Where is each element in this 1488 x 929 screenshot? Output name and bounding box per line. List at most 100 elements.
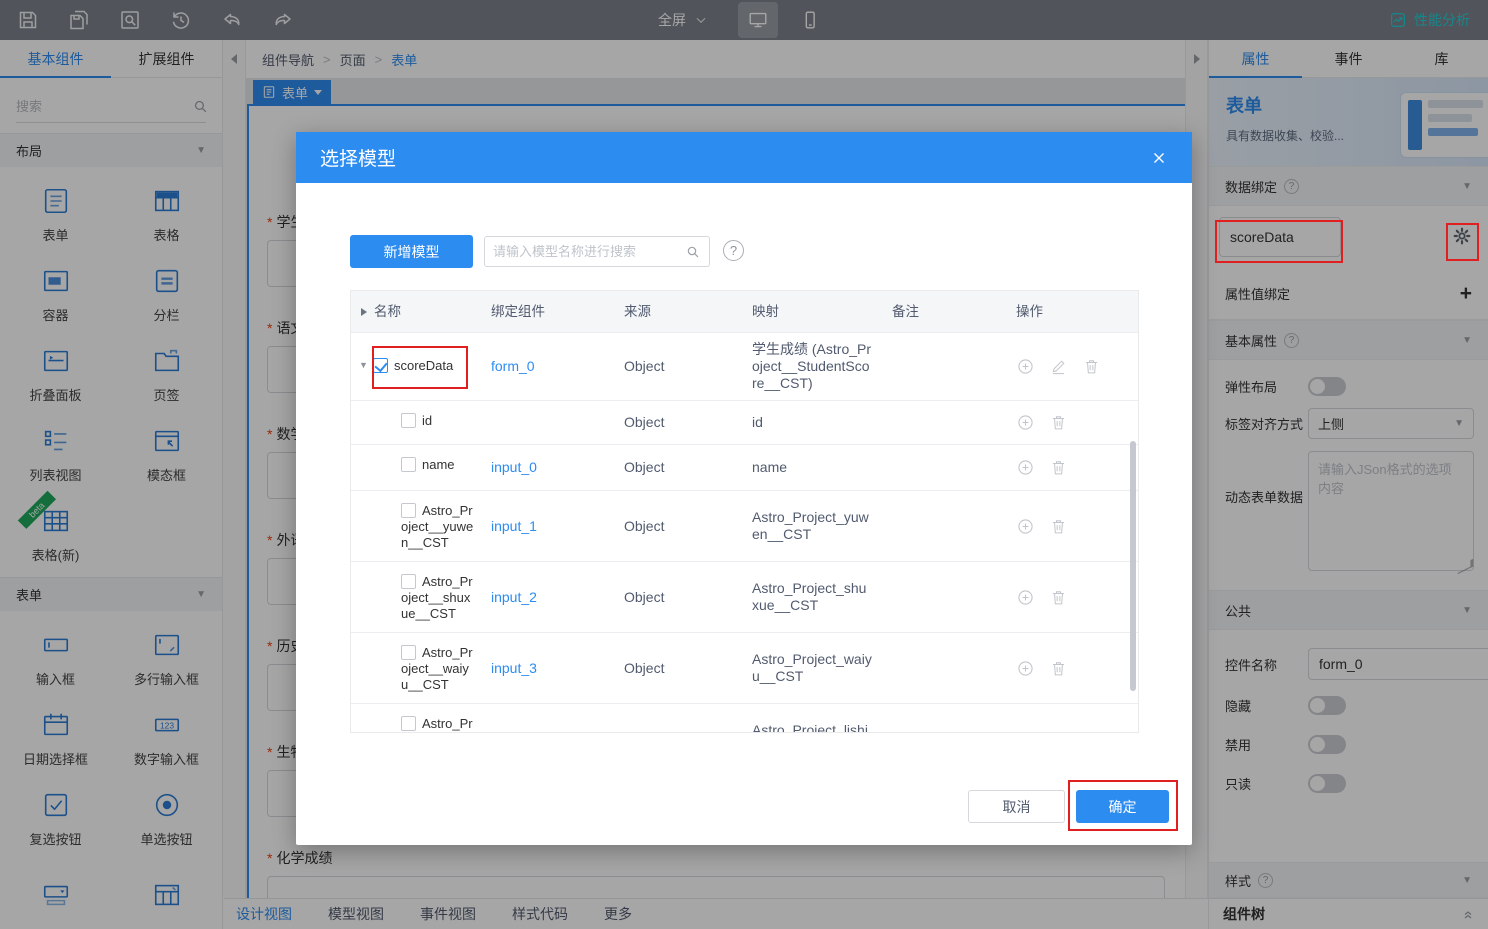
component-link[interactable]: input_0 <box>491 459 537 476</box>
source-cell: Object <box>624 414 665 430</box>
dialog-header: 选择模型 <box>296 132 1192 183</box>
plus-circle-icon[interactable] <box>1016 730 1035 732</box>
trash-icon[interactable] <box>1049 517 1068 536</box>
trash-icon[interactable] <box>1049 730 1068 733</box>
column-header-label: 绑定组件 <box>491 304 545 319</box>
plus-circle-icon[interactable] <box>1016 413 1035 432</box>
model-table-row: ▼ scoreData form_0 Object 学生成绩 (Astro_Projec… <box>351 333 1138 401</box>
bound-component-cell: input_0 <box>481 445 614 490</box>
column-header-绑定组件: 绑定组件 <box>481 291 614 332</box>
model-name-cell: name <box>351 445 481 490</box>
help-icon[interactable]: ? <box>723 240 744 261</box>
table-scrollbar[interactable] <box>1130 441 1136 691</box>
row-actions-cell <box>1006 445 1138 490</box>
model-name-cell: Astro_Project__shuxue__CST <box>351 562 481 632</box>
source-cell: Object <box>624 588 665 605</box>
column-header-来源: 来源 <box>614 291 742 332</box>
component-link[interactable]: input_2 <box>491 589 537 606</box>
column-header-备注: 备注 <box>882 291 1006 332</box>
confirm-button[interactable]: 确定 <box>1076 790 1169 823</box>
column-header-label: 名称 <box>374 304 401 319</box>
model-search-input[interactable] <box>493 244 685 259</box>
model-checkbox[interactable] <box>373 358 388 373</box>
model-checkbox[interactable] <box>401 413 416 428</box>
source-cell: Object <box>624 517 665 534</box>
add-model-button[interactable]: 新增模型 <box>350 235 473 268</box>
pencil-icon[interactable] <box>1049 357 1068 376</box>
mapping-cell: Astro_Project_lishi_ <box>752 722 868 733</box>
component-link[interactable]: input_4 <box>491 731 537 733</box>
model-name-cell: Astro_Project__lishi__CST <box>351 704 481 732</box>
model-name-cell: id <box>351 401 481 444</box>
model-table-row: Astro_Project__yuwen__CST input_1 Object As… <box>351 491 1138 562</box>
column-header-操作: 操作 <box>1006 291 1138 332</box>
model-name-text: scoreData <box>394 358 454 373</box>
model-name-text: id <box>422 413 433 428</box>
trash-icon[interactable] <box>1049 659 1068 678</box>
mapping-cell: Astro_Project_shuxue__CST <box>752 580 867 613</box>
component-link[interactable]: input_1 <box>491 518 537 535</box>
mapping-cell: 学生成绩 (Astro_Project__StudentScore__CST) <box>752 341 872 391</box>
remark-cell <box>882 445 1006 490</box>
row-actions-cell <box>1006 333 1138 400</box>
trash-icon[interactable] <box>1082 357 1101 376</box>
mapping-cell: id <box>752 414 763 430</box>
source-cell: Object <box>624 659 665 676</box>
column-header-label: 备注 <box>892 304 919 319</box>
model-table-header-row: 名称 绑定组件 来源 映射 备注 操作 <box>351 291 1138 333</box>
row-actions-cell <box>1006 633 1138 703</box>
model-table-row: id Object id <box>351 401 1138 445</box>
component-link[interactable]: form_0 <box>491 358 535 375</box>
source-cell: Object <box>614 704 742 733</box>
model-search <box>484 236 710 267</box>
plus-circle-icon[interactable] <box>1016 659 1035 678</box>
bound-component-cell <box>481 401 614 444</box>
model-checkbox[interactable] <box>401 574 416 589</box>
bound-component-cell: form_0 <box>481 333 614 400</box>
row-actions-cell <box>1006 704 1138 733</box>
app-screen: 全屏 性能分析 基本组件 扩展组件 布局▼表单表格容器分栏折叠面板页签列表视图模… <box>0 0 1488 929</box>
column-header-映射: 映射 <box>742 291 882 332</box>
model-checkbox[interactable] <box>401 716 416 731</box>
component-link[interactable]: input_3 <box>491 660 537 677</box>
trash-icon[interactable] <box>1049 458 1068 477</box>
remark-cell <box>882 333 1006 400</box>
row-actions-cell <box>1006 491 1138 561</box>
model-checkbox[interactable] <box>401 645 416 660</box>
remark-cell <box>882 401 1006 444</box>
model-name-cell: Astro_Project__yuwen__CST <box>351 491 481 561</box>
select-model-dialog: 选择模型 新增模型 ? 名称 绑定组件 来源 映射 备注 操作 ▼ scoreData for… <box>296 132 1192 845</box>
caret-right-icon[interactable] <box>361 307 367 316</box>
model-table-row: Astro_Project__waiyu__CST input_3 Object As… <box>351 633 1138 704</box>
model-table-row: name input_0 Object name <box>351 445 1138 491</box>
caret-down-icon[interactable]: ▼ <box>359 357 373 373</box>
model-checkbox[interactable] <box>401 457 416 472</box>
bound-component-cell: input_4 <box>481 704 614 733</box>
model-checkbox[interactable] <box>401 503 416 518</box>
trash-icon[interactable] <box>1049 588 1068 607</box>
bound-component-cell: input_3 <box>481 633 614 703</box>
plus-circle-icon[interactable] <box>1016 458 1035 477</box>
column-header-label: 来源 <box>624 304 651 319</box>
row-actions-cell <box>1006 401 1138 444</box>
plus-circle-icon[interactable] <box>1016 588 1035 607</box>
model-table-body: ▼ scoreData form_0 Object 学生成绩 (Astro_Projec… <box>351 333 1138 733</box>
bound-component-cell: input_1 <box>481 491 614 561</box>
model-name-cell: Astro_Project__waiyu__CST <box>351 633 481 703</box>
source-cell: Object <box>624 459 665 475</box>
remark-cell <box>882 633 1006 703</box>
mapping-cell: Astro_Project_waiyu__CST <box>752 651 872 684</box>
model-table-row: Astro_Project__lishi__CST input_4 Object As… <box>351 704 1138 733</box>
model-table: 名称 绑定组件 来源 映射 备注 操作 ▼ scoreData form_0 Object 学生成… <box>350 290 1139 733</box>
search-icon <box>685 244 701 260</box>
close-icon[interactable] <box>1150 149 1168 167</box>
plus-circle-icon[interactable] <box>1016 357 1035 376</box>
trash-icon[interactable] <box>1049 413 1068 432</box>
column-header-label: 操作 <box>1016 304 1043 319</box>
mapping-cell: name <box>752 459 788 475</box>
cancel-button[interactable]: 取消 <box>968 790 1065 823</box>
dialog-body: 新增模型 ? 名称 绑定组件 来源 映射 备注 操作 ▼ scoreData form_0 Ob… <box>296 183 1192 845</box>
source-cell: Object <box>624 358 665 374</box>
plus-circle-icon[interactable] <box>1016 517 1035 536</box>
dialog-title: 选择模型 <box>320 149 397 170</box>
